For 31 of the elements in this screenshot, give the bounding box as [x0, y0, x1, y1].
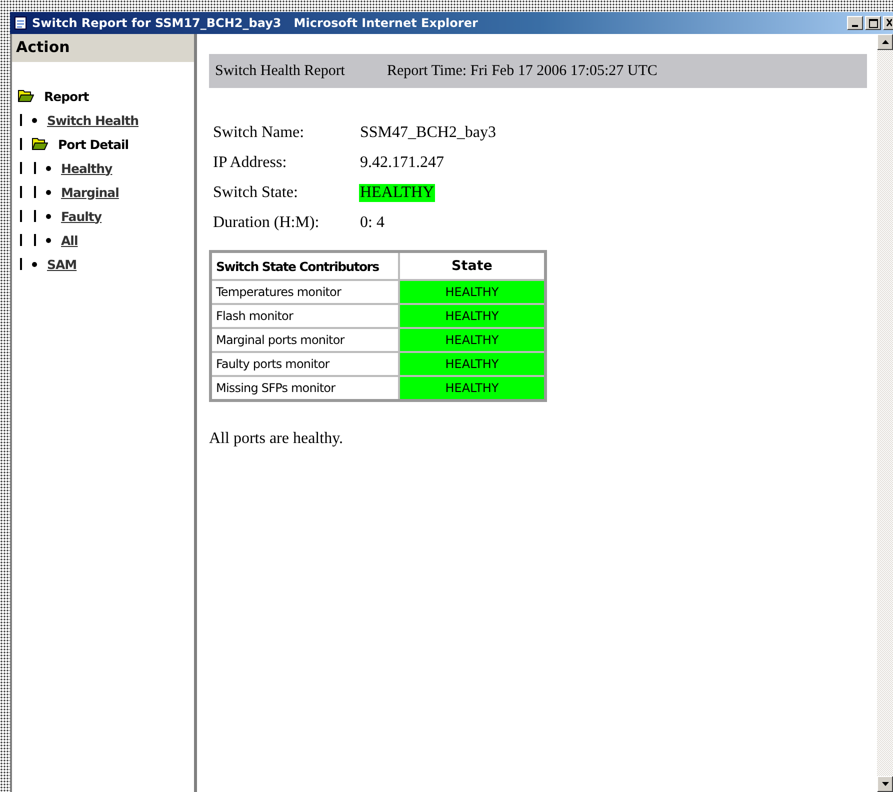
field-value: 0: 4 — [359, 214, 386, 232]
field-label: Switch Name: — [213, 124, 306, 142]
column-header: Switch State Contributors — [210, 252, 399, 280]
status-cell: HEALTHY — [399, 328, 546, 352]
status-cell: HEALTHY — [399, 352, 546, 376]
report-time: Report Time: Fri Feb 17 2006 17:05:27 UTC — [386, 62, 658, 80]
field-label: IP Address: — [213, 154, 288, 172]
status-cell: HEALTHY — [399, 376, 546, 400]
status-cell: HEALTHY — [399, 304, 546, 328]
field-label: Switch State: — [213, 184, 299, 202]
tree-link[interactable]: SAM — [47, 256, 77, 272]
status-cell: HEALTHY — [399, 280, 546, 304]
report-title: Switch Health Report — [215, 62, 345, 80]
table-cell: Faulty ports monitor — [210, 352, 399, 376]
sidebar-heading: Action — [12, 34, 194, 62]
tree-link[interactable]: Marginal — [61, 184, 119, 200]
field-value: 9.42.171.247 — [359, 154, 445, 172]
window-title: Switch Report for SSM17_BCH2_bay3 Microsoft Internet Explorer — [32, 16, 478, 30]
field-value: SSM47_BCH2_bay3 — [359, 124, 498, 142]
tree-folder-label[interactable]: Report — [44, 88, 89, 104]
table-cell: Flash monitor — [210, 304, 399, 328]
tree-link[interactable]: Healthy — [61, 160, 112, 176]
table-cell: Marginal ports monitor — [210, 328, 399, 352]
tree-link[interactable]: Faulty — [61, 208, 102, 224]
tree-link[interactable]: All — [61, 232, 78, 248]
tree-link[interactable]: Switch Health — [47, 112, 139, 128]
field-label: Duration (H:M): — [213, 214, 320, 232]
status-message: All ports are healthy. — [209, 430, 344, 448]
tree-folder-label[interactable]: Port Detail — [58, 136, 129, 152]
table-cell: Temperatures monitor — [210, 280, 399, 304]
field-value: HEALTHY — [359, 184, 436, 202]
